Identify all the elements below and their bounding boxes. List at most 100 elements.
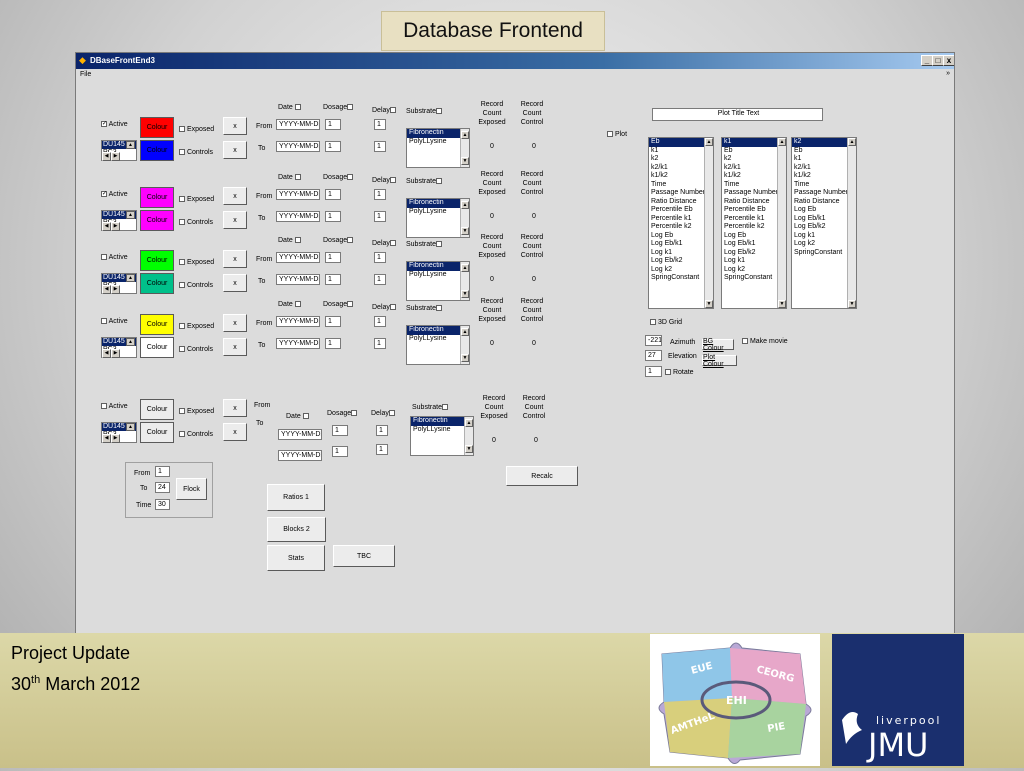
dosage-from-field[interactable]: 1 xyxy=(325,189,341,200)
row-spinner[interactable]: ◀ ▶ xyxy=(102,285,121,294)
select-scroll-arrow[interactable]: ▲ xyxy=(126,141,135,149)
delay-from-field[interactable]: 1 xyxy=(374,252,386,263)
plot-list-z[interactable]: k2 Eb k1 k2/k1 k1/k2 Time Passage Number Ratio … xyxy=(791,137,857,309)
clear-exposed-button[interactable]: x xyxy=(223,314,247,332)
spin-right-icon[interactable]: ▶ xyxy=(111,222,120,231)
plot-list-y[interactable]: k1 Eb k2 k2/k1 k1/k2 Time Passage Number Ratio … xyxy=(721,137,787,309)
dosage-to-field[interactable]: 1 xyxy=(325,141,341,152)
from-date-field[interactable]: YYYY-MM-DD xyxy=(276,252,320,263)
clear-exposed-button[interactable]: x xyxy=(223,399,247,417)
blocks-button[interactable]: Blocks 2 xyxy=(267,517,326,542)
exposed-colour-button[interactable]: Colour xyxy=(140,399,174,420)
spin-left-icon[interactable]: ◀ xyxy=(102,285,111,294)
clear-exposed-button[interactable]: x xyxy=(223,250,247,268)
clear-exposed-button[interactable]: x xyxy=(223,117,247,135)
control-colour-button[interactable]: Colour xyxy=(140,273,174,294)
delay-from-field[interactable]: 1 xyxy=(374,316,386,327)
delay-to-field[interactable]: 1 xyxy=(374,274,386,285)
spin-left-icon[interactable]: ◀ xyxy=(102,152,111,161)
dosage-to-field[interactable]: 1 xyxy=(325,338,341,349)
menu-file[interactable]: File xyxy=(80,71,91,78)
control-colour-button[interactable]: Colour xyxy=(140,140,174,161)
from-date-field[interactable]: YYYY-MM-DD xyxy=(276,316,320,327)
date-checkbox[interactable]: Date xyxy=(278,300,318,310)
delay-to-field[interactable]: 1 xyxy=(374,338,386,349)
select-scroll-arrow[interactable]: ▲ xyxy=(126,423,135,431)
rotate-field[interactable]: 1 xyxy=(645,366,662,377)
dosage-to-field[interactable]: 1 xyxy=(325,211,341,222)
exposed-checkbox[interactable]: Exposed xyxy=(179,125,229,135)
dosage-checkbox[interactable]: Dosage xyxy=(323,236,363,246)
exposed-checkbox[interactable]: Exposed xyxy=(179,322,229,332)
dosage-from-field[interactable]: 1 xyxy=(332,425,348,436)
make-movie-checkbox[interactable]: Make movie xyxy=(742,337,788,346)
substrate-checkbox[interactable]: Substrate xyxy=(406,304,456,314)
clear-control-button[interactable]: x xyxy=(223,338,247,356)
to-date-field[interactable]: YYYY-MM-DD xyxy=(278,450,322,461)
exposed-checkbox[interactable]: Exposed xyxy=(179,195,229,205)
substrate-checkbox[interactable]: Substrate xyxy=(412,403,462,413)
close-button[interactable]: x xyxy=(943,55,954,66)
substrate-checkbox[interactable]: Substrate xyxy=(406,240,456,250)
exposed-colour-button[interactable]: Colour xyxy=(140,250,174,271)
rotate-checkbox[interactable]: Rotate xyxy=(665,368,694,377)
delay-checkbox[interactable]: Delay xyxy=(371,409,401,419)
substrate-list[interactable]: Fibronectin PolyLLysine ▲ ▼ xyxy=(406,198,470,238)
ratios-button[interactable]: Ratios 1 xyxy=(267,484,325,511)
date-checkbox[interactable]: Date xyxy=(286,412,326,422)
flock-to-field[interactable]: 24 xyxy=(155,482,170,493)
controls-checkbox[interactable]: Controls xyxy=(179,148,229,158)
clear-control-button[interactable]: x xyxy=(223,423,247,441)
delay-checkbox[interactable]: Delay xyxy=(372,176,402,186)
grid-3d-checkbox[interactable]: 3D Grid xyxy=(650,318,682,327)
controls-checkbox[interactable]: Controls xyxy=(179,281,229,291)
row-spinner[interactable]: ◀ ▶ xyxy=(102,152,121,161)
spin-right-icon[interactable]: ▶ xyxy=(111,285,120,294)
controls-checkbox[interactable]: Controls xyxy=(179,218,229,228)
dosage-to-field[interactable]: 1 xyxy=(325,274,341,285)
to-date-field[interactable]: YYYY-MM-DD xyxy=(276,274,320,285)
spin-left-icon[interactable]: ◀ xyxy=(102,222,111,231)
substrate-checkbox[interactable]: Substrate xyxy=(406,177,456,187)
exposed-checkbox[interactable]: Exposed xyxy=(179,258,229,268)
plot-list-x[interactable]: Eb k1 k2 k2/k1 k1/k2 Time Passage Number Ratio … xyxy=(648,137,714,309)
clear-exposed-button[interactable]: x xyxy=(223,187,247,205)
delay-checkbox[interactable]: Delay xyxy=(372,303,402,313)
spin-right-icon[interactable]: ▶ xyxy=(111,152,120,161)
dosage-from-field[interactable]: 1 xyxy=(325,119,341,130)
clear-control-button[interactable]: x xyxy=(223,211,247,229)
plot-title-field[interactable]: Plot Title Text xyxy=(652,108,823,121)
to-date-field[interactable]: YYYY-MM-DD xyxy=(276,141,320,152)
substrate-list[interactable]: Fibronectin PolyLLysine ▲ ▼ xyxy=(406,128,470,168)
recalc-button[interactable]: Recalc xyxy=(506,466,578,486)
exposed-colour-button[interactable]: Colour xyxy=(140,314,174,335)
tbc-button[interactable]: TBC xyxy=(333,545,395,567)
spin-left-icon[interactable]: ◀ xyxy=(102,349,111,358)
substrate-list[interactable]: Fibronectin PolyLLysine ▲ ▼ xyxy=(406,261,470,301)
date-checkbox[interactable]: Date xyxy=(278,173,318,183)
control-colour-button[interactable]: Colour xyxy=(140,337,174,358)
to-date-field[interactable]: YYYY-MM-DD xyxy=(276,338,320,349)
delay-to-field[interactable]: 1 xyxy=(376,444,388,455)
delay-to-field[interactable]: 1 xyxy=(374,141,386,152)
controls-checkbox[interactable]: Controls xyxy=(179,345,229,355)
delay-checkbox[interactable]: Delay xyxy=(372,106,402,116)
clear-control-button[interactable]: x xyxy=(223,274,247,292)
date-checkbox[interactable]: Date xyxy=(278,103,318,113)
row-spinner[interactable]: ◀ ▶ xyxy=(102,434,121,443)
flock-button[interactable]: Flock xyxy=(176,478,207,500)
elevation-field[interactable]: 27 xyxy=(645,350,662,361)
plot-colour-button[interactable]: Plot Colour xyxy=(702,354,737,368)
exposed-colour-button[interactable]: Colour xyxy=(140,117,174,138)
dosage-from-field[interactable]: 1 xyxy=(325,252,341,263)
dosage-checkbox[interactable]: Dosage xyxy=(323,300,363,310)
exposed-colour-button[interactable]: Colour xyxy=(140,187,174,208)
spin-left-icon[interactable]: ◀ xyxy=(102,434,111,443)
control-colour-button[interactable]: Colour xyxy=(140,422,174,443)
menu-overflow-arrow[interactable]: » xyxy=(946,69,950,78)
dosage-checkbox[interactable]: Dosage xyxy=(323,173,363,183)
delay-to-field[interactable]: 1 xyxy=(374,211,386,222)
delay-from-field[interactable]: 1 xyxy=(376,425,388,436)
dosage-checkbox[interactable]: Dosage xyxy=(327,409,367,419)
window-titlebar[interactable]: DBaseFrontEnd3 xyxy=(76,53,954,69)
